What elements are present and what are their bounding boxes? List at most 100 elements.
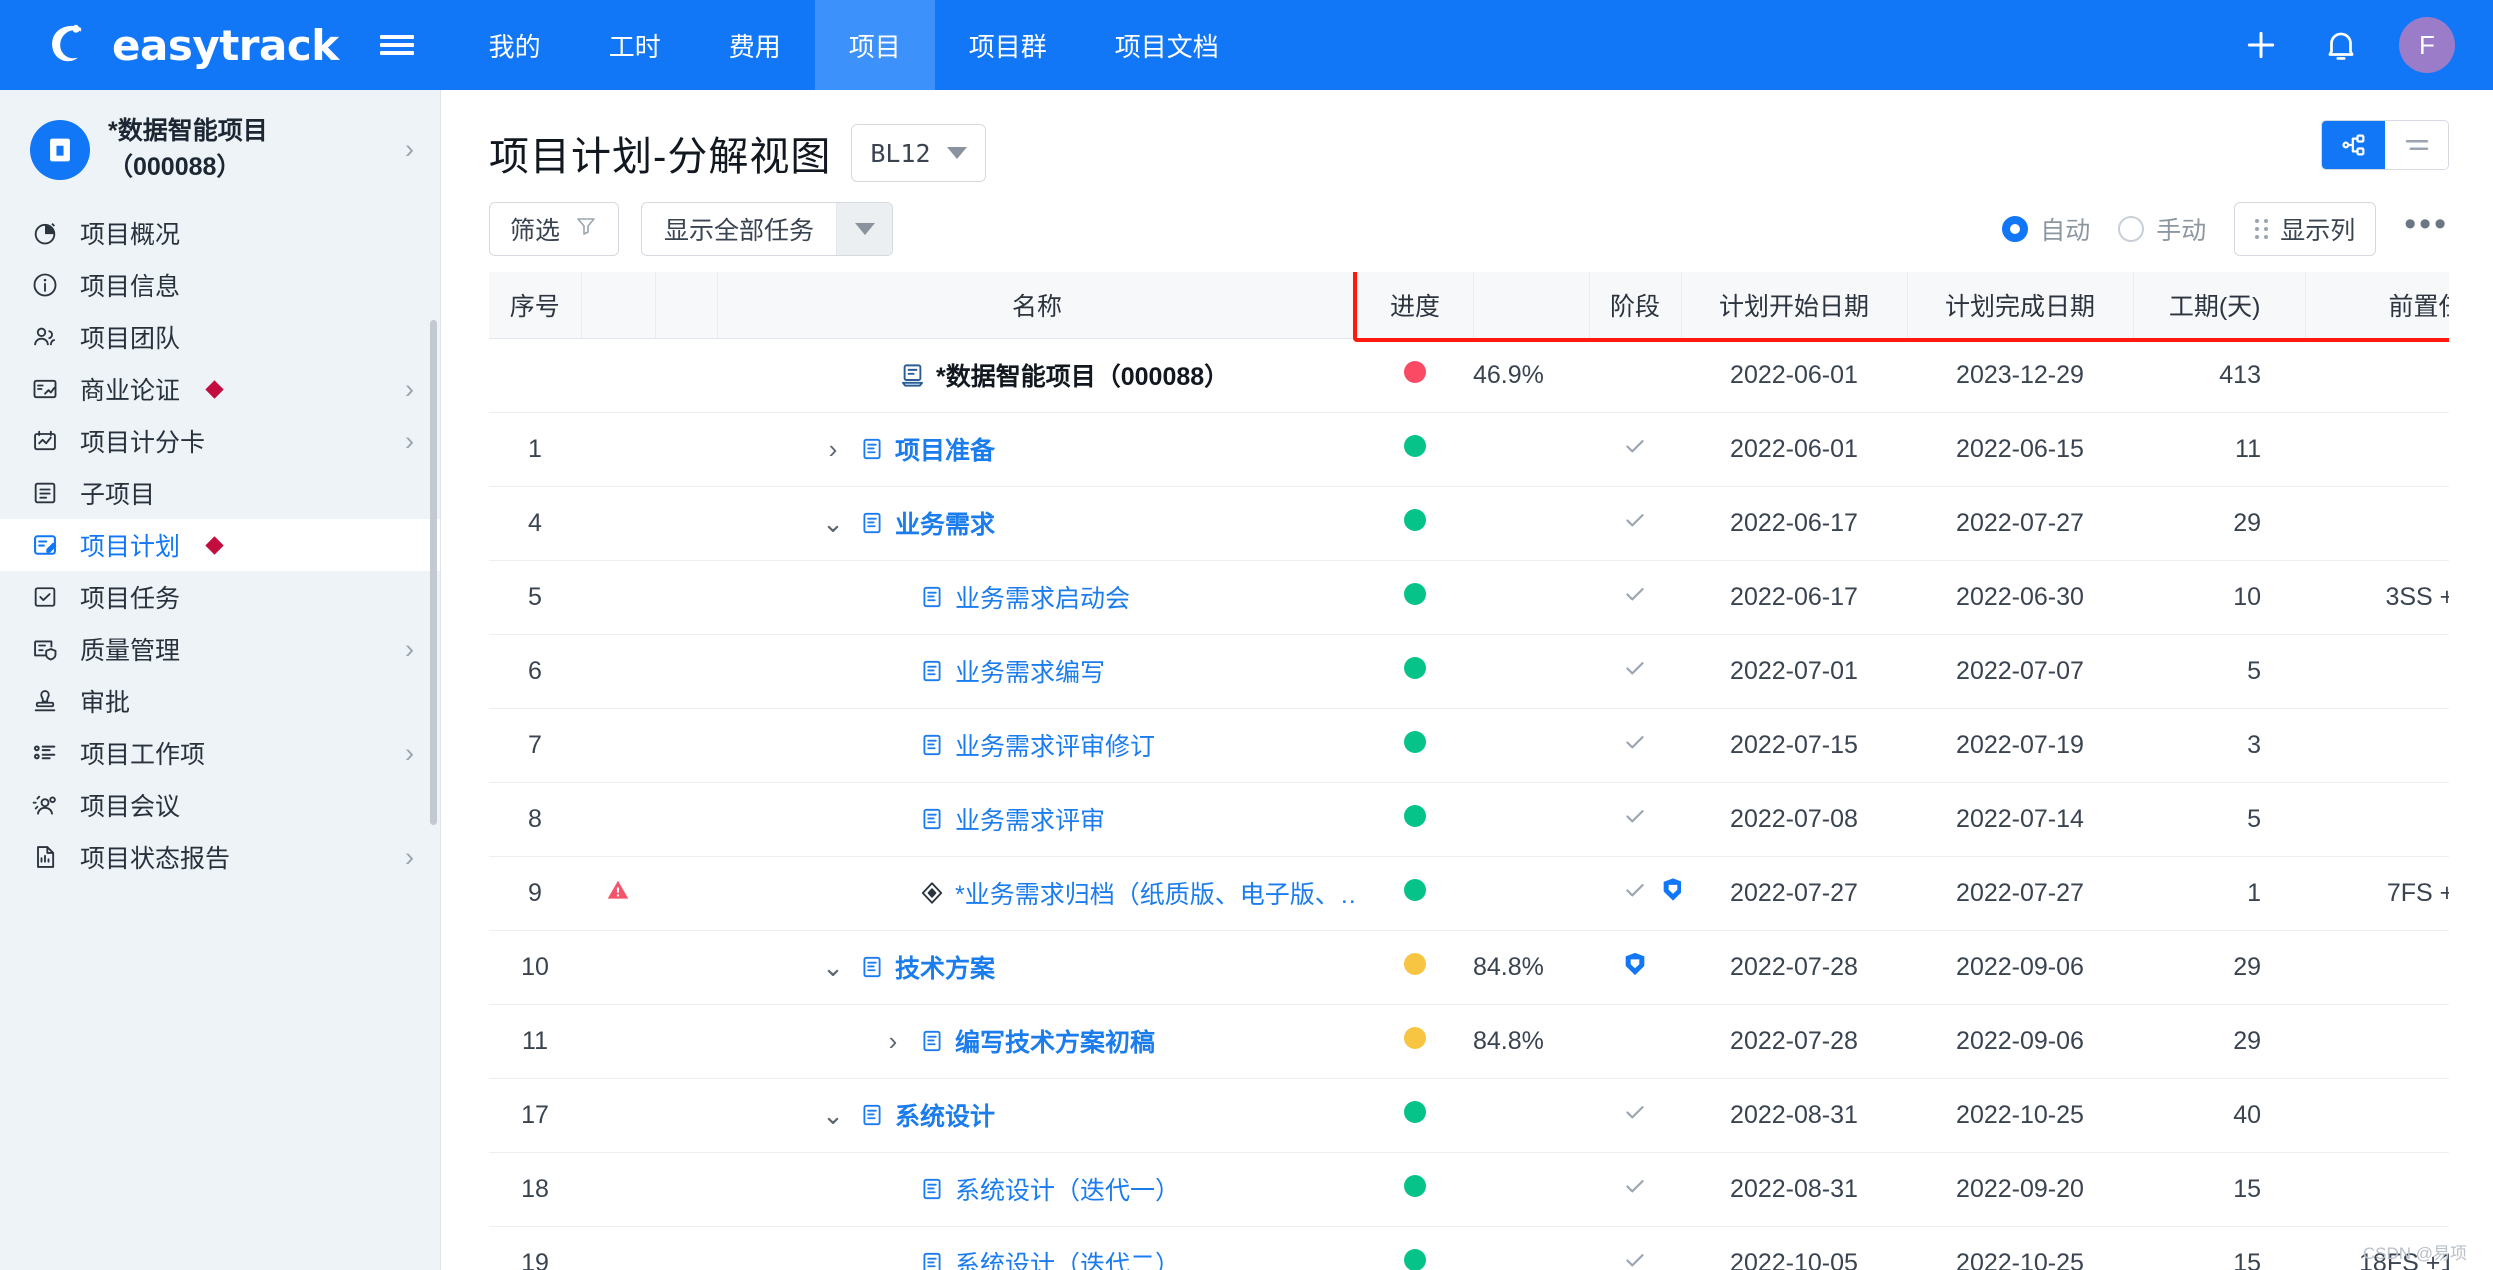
col-header-progress[interactable]: 进度 <box>1357 272 1474 339</box>
cell-name[interactable]: ⌄ 技术方案 <box>717 930 1357 1005</box>
table-row[interactable]: 19 系统设计（迭代二） 2022-10-05 2022-10-25 15 18… <box>489 1226 2449 1270</box>
sidebar-item-business-case[interactable]: 商业论证 › <box>0 363 440 415</box>
table-row[interactable]: *数据智能项目（000088） 46.9% 2022-06-01 2023-12… <box>489 338 2449 413</box>
cell-name[interactable]: 业务需求评审 <box>717 782 1357 857</box>
tab-project[interactable]: 项目 <box>814 0 935 90</box>
list-view-button[interactable] <box>2385 121 2448 169</box>
task-name-label[interactable]: *数据智能项目（000088） <box>936 357 1229 393</box>
cell-name[interactable]: 业务需求评审修订 <box>717 708 1357 783</box>
chevron-right-icon[interactable]: › <box>405 427 414 455</box>
col-header-progress-pct[interactable] <box>1473 272 1590 339</box>
tab-project-docs[interactable]: 项目文档 <box>1081 0 1253 90</box>
table-row[interactable]: 5 业务需求启动会 2022-06-17 2022-06-30 10 3SS +… <box>489 560 2449 635</box>
baseline-select[interactable]: BL12 <box>851 124 986 182</box>
sidebar-item-project-team[interactable]: 项目团队 <box>0 311 440 363</box>
chevron-right-icon[interactable]: › <box>405 635 414 663</box>
table-row[interactable]: 4 ⌄ 业务需求 2022-06-17 2022-07-27 29 <box>489 486 2449 561</box>
col-header-flag[interactable] <box>581 272 656 339</box>
business-case-icon <box>30 374 60 404</box>
cell-name[interactable]: *业务需求归档（纸质版、电子版、… <box>717 856 1357 931</box>
col-header-seq[interactable]: 序号 <box>489 272 582 339</box>
sidebar-item-status-report[interactable]: 项目状态报告 › <box>0 831 440 883</box>
cell-name[interactable]: *数据智能项目（000088） <box>717 338 1357 413</box>
ellipsis-icon[interactable]: ••• <box>2404 207 2449 244</box>
brand-logo-group[interactable]: easytrack <box>0 0 365 90</box>
task-name-label[interactable]: 编写技术方案初稿 <box>955 1023 1155 1059</box>
chevron-right-icon[interactable]: › <box>405 136 414 163</box>
col-header-name[interactable]: 名称 <box>717 272 1358 339</box>
caret-down-icon[interactable] <box>836 203 893 255</box>
task-name-label[interactable]: 项目准备 <box>895 431 995 467</box>
table-row[interactable]: 6 业务需求编写 2022-07-01 2022-07-07 5 5 文档教程用… <box>489 634 2449 709</box>
tab-timesheet[interactable]: 工时 <box>575 0 695 90</box>
cell-name[interactable]: 业务需求启动会 <box>717 560 1357 635</box>
task-name-label[interactable]: 系统设计（迭代一） <box>955 1171 1180 1207</box>
col-header-planned-end[interactable]: 计划完成日期 <box>1907 272 2134 339</box>
collapse-chevron-icon[interactable]: ⌄ <box>817 1102 849 1128</box>
task-name-label[interactable]: *业务需求归档（纸质版、电子版、… <box>955 875 1357 911</box>
col-header-duration[interactable]: 工期(天) <box>2133 272 2306 339</box>
col-header-icon2[interactable] <box>655 272 718 339</box>
cell-name[interactable]: 系统设计（迭代二） <box>717 1226 1357 1270</box>
cell-name[interactable]: 业务需求编写 <box>717 634 1357 709</box>
task-name-label[interactable]: 业务需求编写 <box>955 653 1105 689</box>
collapse-chevron-icon[interactable]: ⌄ <box>817 510 849 536</box>
col-header-predecessor[interactable]: 前置任务 <box>2305 272 2449 339</box>
table-row[interactable]: 1 › 项目准备 2022-06-01 2022-06-15 11 <box>489 412 2449 487</box>
tab-mine[interactable]: 我的 <box>455 0 575 90</box>
task-name-label[interactable]: 业务需求 <box>895 505 995 541</box>
cell-name[interactable]: 系统设计（迭代一） <box>717 1152 1357 1227</box>
cell-name[interactable]: ⌄ 系统设计 <box>717 1078 1357 1153</box>
table-row[interactable]: 10 ⌄ 技术方案 84.8% 2022-07-28 2022-09-06 29 <box>489 930 2449 1005</box>
radio-manual[interactable]: 手动 <box>2118 211 2206 247</box>
sidebar-scrollbar[interactable] <box>430 320 437 825</box>
task-name-label[interactable]: 系统设计 <box>895 1097 995 1133</box>
cell-name[interactable]: › 项目准备 <box>717 412 1357 487</box>
hamburger-icon[interactable] <box>365 0 429 90</box>
table-row[interactable]: 7 业务需求评审修订 2022-07-15 2022-07-19 3 8 陈式,… <box>489 708 2449 783</box>
tab-program[interactable]: 项目群 <box>935 0 1081 90</box>
expand-chevron-icon[interactable]: › <box>877 1028 909 1054</box>
task-name-label[interactable]: 技术方案 <box>895 949 995 985</box>
sidebar-item-meetings[interactable]: 项目会议 <box>0 779 440 831</box>
col-header-planned-start[interactable]: 计划开始日期 <box>1681 272 1908 339</box>
tab-expense[interactable]: 费用 <box>695 0 815 90</box>
collapse-chevron-icon[interactable]: ⌄ <box>817 954 849 980</box>
chevron-right-icon[interactable]: › <box>405 843 414 871</box>
sidebar-item-approval[interactable]: 审批 <box>0 675 440 727</box>
task-name-label[interactable]: 业务需求评审 <box>955 801 1105 837</box>
cell-predecessor: 6 <box>2305 782 2449 857</box>
cell-name[interactable]: › 编写技术方案初稿 <box>717 1004 1357 1079</box>
sidebar-item-subproject[interactable]: 子项目 <box>0 467 440 519</box>
col-header-phase[interactable]: 阶段 <box>1589 272 1682 339</box>
task-name-label[interactable]: 业务需求启动会 <box>955 579 1130 615</box>
table-row[interactable]: 17 ⌄ 系统设计 2022-08-31 2022-10-25 40 <box>489 1078 2449 1153</box>
sidebar-item-quality[interactable]: 质量管理 › <box>0 623 440 675</box>
task-name-label[interactable]: 业务需求评审修订 <box>955 727 1155 763</box>
sidebar-item-project-plan[interactable]: 项目计划 <box>0 519 440 571</box>
sidebar-item-project-overview[interactable]: 项目概况 <box>0 207 440 259</box>
table-row[interactable]: 18 系统设计（迭代一） 2022-08-31 2022-09-20 15 16… <box>489 1152 2449 1227</box>
radio-auto[interactable]: 自动 <box>2002 211 2090 247</box>
cell-predecessor: 16 <box>2305 1152 2449 1227</box>
plus-icon[interactable] <box>2239 23 2283 67</box>
table-row[interactable]: 9 *业务需求归档（纸质版、电子版、… 2022-07-27 2022-07-2… <box>489 856 2449 931</box>
bell-icon[interactable] <box>2319 23 2363 67</box>
task-name-label[interactable]: 系统设计（迭代二） <box>955 1245 1180 1270</box>
table-row[interactable]: 8 业务需求评审 2022-07-08 2022-07-14 5 6 陈式 <box>489 782 2449 857</box>
hierarchy-view-button[interactable] <box>2322 121 2385 169</box>
task-scope-select[interactable]: 显示全部任务 <box>641 202 894 256</box>
avatar[interactable]: F <box>2399 17 2455 73</box>
columns-button[interactable]: 显示列 <box>2234 202 2377 256</box>
cell-name[interactable]: ⌄ 业务需求 <box>717 486 1357 561</box>
sidebar-item-project-tasks[interactable]: 项目任务 <box>0 571 440 623</box>
filter-button[interactable]: 筛选 <box>489 202 620 256</box>
sidebar-item-project-info[interactable]: 项目信息 <box>0 259 440 311</box>
sidebar-item-scorecard[interactable]: 项目计分卡 › <box>0 415 440 467</box>
sidebar-item-work-items[interactable]: 项目工作项 › <box>0 727 440 779</box>
table-row[interactable]: 11 › 编写技术方案初稿 84.8% 2022-07-28 2022-09-0… <box>489 1004 2449 1079</box>
chevron-right-icon[interactable]: › <box>405 375 414 403</box>
sidebar-project-header[interactable]: *数据智能项目（000088） › <box>0 90 440 207</box>
chevron-right-icon[interactable]: › <box>405 739 414 767</box>
expand-chevron-icon[interactable]: › <box>817 436 849 462</box>
